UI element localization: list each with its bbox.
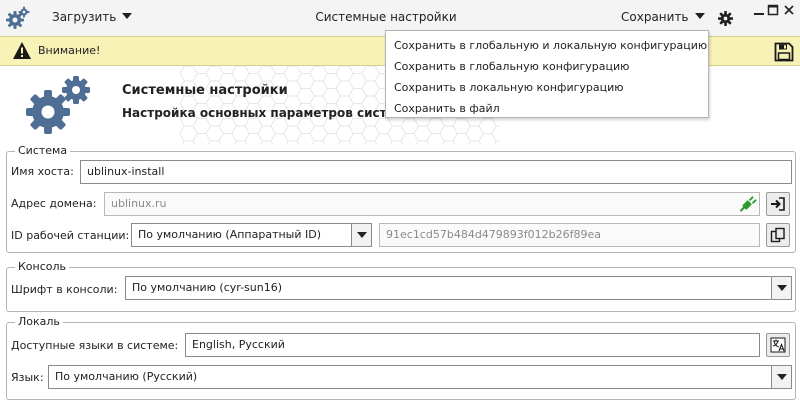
- hostname-label: Имя хоста:: [11, 165, 74, 178]
- console-font-select[interactable]: По умолчанию (cyr-sun16): [125, 276, 792, 300]
- copy-id-button[interactable]: [766, 223, 790, 247]
- save-menu-label: Сохранить: [621, 10, 689, 24]
- menu-item-save-file[interactable]: Сохранить в файл: [386, 98, 708, 119]
- console-font-value: По умолчанию (cyr-sun16): [132, 281, 283, 294]
- chevron-down-icon[interactable]: [771, 366, 791, 388]
- station-id-input[interactable]: 91ec1cd57b484d479893f012b26f89ea: [379, 223, 760, 247]
- chevron-down-icon[interactable]: [771, 277, 791, 299]
- maximize-icon[interactable]: [767, 4, 779, 16]
- warning-triangle-icon: [13, 42, 31, 59]
- gears-icon: [26, 76, 90, 134]
- chevron-down-icon[interactable]: [351, 224, 371, 246]
- chevron-down-icon: [694, 13, 705, 19]
- domain-input[interactable]: ublinux.ru: [104, 192, 760, 216]
- language-label: Язык:: [11, 371, 44, 384]
- save-dropdown-menu: Сохранить в глобальную и локальную конфи…: [385, 30, 709, 118]
- available-languages-input[interactable]: English, Русский: [185, 333, 760, 357]
- station-id-mode-value: По умолчанию (Аппаратный ID): [138, 228, 322, 241]
- menu-item-save-global[interactable]: Сохранить в глобальную конфигурацию: [386, 56, 708, 77]
- translate-icon: [770, 337, 786, 353]
- plug-icon[interactable]: [739, 195, 757, 213]
- domain-label: Адрес домена:: [11, 197, 97, 210]
- hostname-input[interactable]: ublinux-install: [80, 160, 792, 184]
- save-menu-button[interactable]: Сохранить: [621, 10, 705, 24]
- station-id-mode-select[interactable]: По умолчанию (Аппаратный ID): [131, 223, 372, 247]
- domain-login-button[interactable]: [766, 192, 790, 216]
- close-icon[interactable]: [783, 4, 795, 16]
- station-id-label: ID рабочей станции:: [11, 229, 130, 242]
- menu-item-save-local[interactable]: Сохранить в локальную конфигурацию: [386, 77, 708, 98]
- console-font-label: Шрифт в консоли:: [11, 283, 118, 296]
- menu-item-save-global-local[interactable]: Сохранить в глобальную и локальную конфи…: [386, 35, 708, 56]
- gear-icon[interactable]: [718, 11, 733, 26]
- minimize-icon[interactable]: [753, 4, 765, 16]
- warning-text: Внимание!: [38, 44, 101, 57]
- available-languages-label: Доступные языки в системе:: [11, 339, 179, 352]
- login-arrow-icon: [771, 197, 785, 211]
- language-select[interactable]: По умолчанию (Русский): [48, 365, 792, 389]
- copy-icon: [770, 227, 785, 243]
- language-value: По умолчанию (Русский): [55, 370, 198, 383]
- console-group-legend: Консоль: [15, 260, 70, 273]
- locale-group-legend: Локаль: [15, 315, 63, 328]
- system-group-legend: Система: [15, 144, 71, 157]
- page-subtitle: Настройка основных параметров системы: [122, 106, 416, 120]
- languages-button[interactable]: [766, 333, 790, 357]
- page-title: Системные настройки: [122, 83, 288, 98]
- floppy-disk-icon[interactable]: [774, 42, 794, 62]
